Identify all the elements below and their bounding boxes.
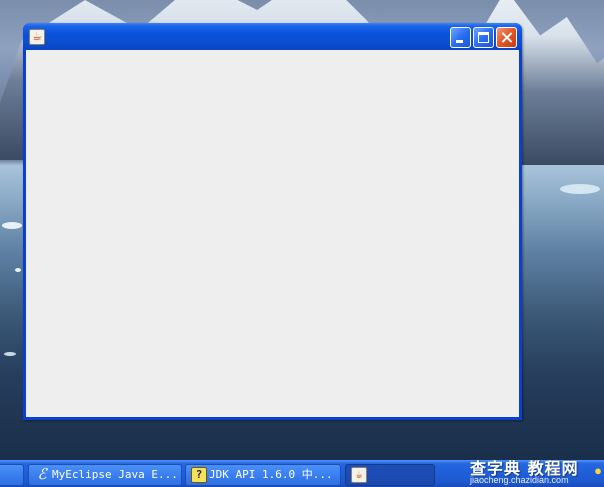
desktop: ☕ ℰ MyEclipse Java E... ? JDK API 1.6.0 … bbox=[0, 0, 604, 487]
background-ice bbox=[2, 222, 22, 229]
window-client-area bbox=[26, 50, 519, 417]
background-ice bbox=[560, 184, 600, 194]
background-ice bbox=[15, 268, 21, 272]
mascot-icon: ● bbox=[594, 463, 602, 478]
watermark-url: jiaocheng.chazidian.com bbox=[470, 475, 569, 485]
eclipse-icon: ℰ bbox=[37, 467, 47, 483]
taskbar-button-label: JDK API 1.6.0 中... bbox=[209, 468, 333, 481]
close-icon bbox=[497, 28, 516, 47]
minimize-button[interactable] bbox=[450, 27, 471, 48]
java-cup-icon[interactable]: ☕ bbox=[29, 29, 45, 45]
maximize-button[interactable] bbox=[473, 27, 494, 48]
taskbar-button-jdk-api[interactable]: ? JDK API 1.6.0 中... bbox=[185, 464, 341, 486]
watermark: 查字典 教程网 jiaocheng.chazidian.com ● bbox=[470, 455, 604, 487]
taskbar-button-myeclipse[interactable]: ℰ MyEclipse Java E... bbox=[28, 464, 182, 486]
java-cup-icon: ☕ bbox=[351, 467, 367, 483]
background-ice bbox=[4, 352, 16, 356]
minimize-icon bbox=[456, 40, 463, 43]
help-file-icon: ? bbox=[191, 467, 207, 483]
close-button[interactable] bbox=[496, 27, 517, 48]
start-button-edge[interactable] bbox=[0, 464, 24, 486]
application-window: ☕ bbox=[23, 23, 522, 420]
window-title-bar[interactable]: ☕ bbox=[23, 23, 522, 50]
maximize-icon bbox=[478, 32, 489, 43]
taskbar-button-java-app[interactable]: ☕ bbox=[345, 464, 435, 486]
taskbar-button-label: MyEclipse Java E... bbox=[52, 468, 178, 481]
